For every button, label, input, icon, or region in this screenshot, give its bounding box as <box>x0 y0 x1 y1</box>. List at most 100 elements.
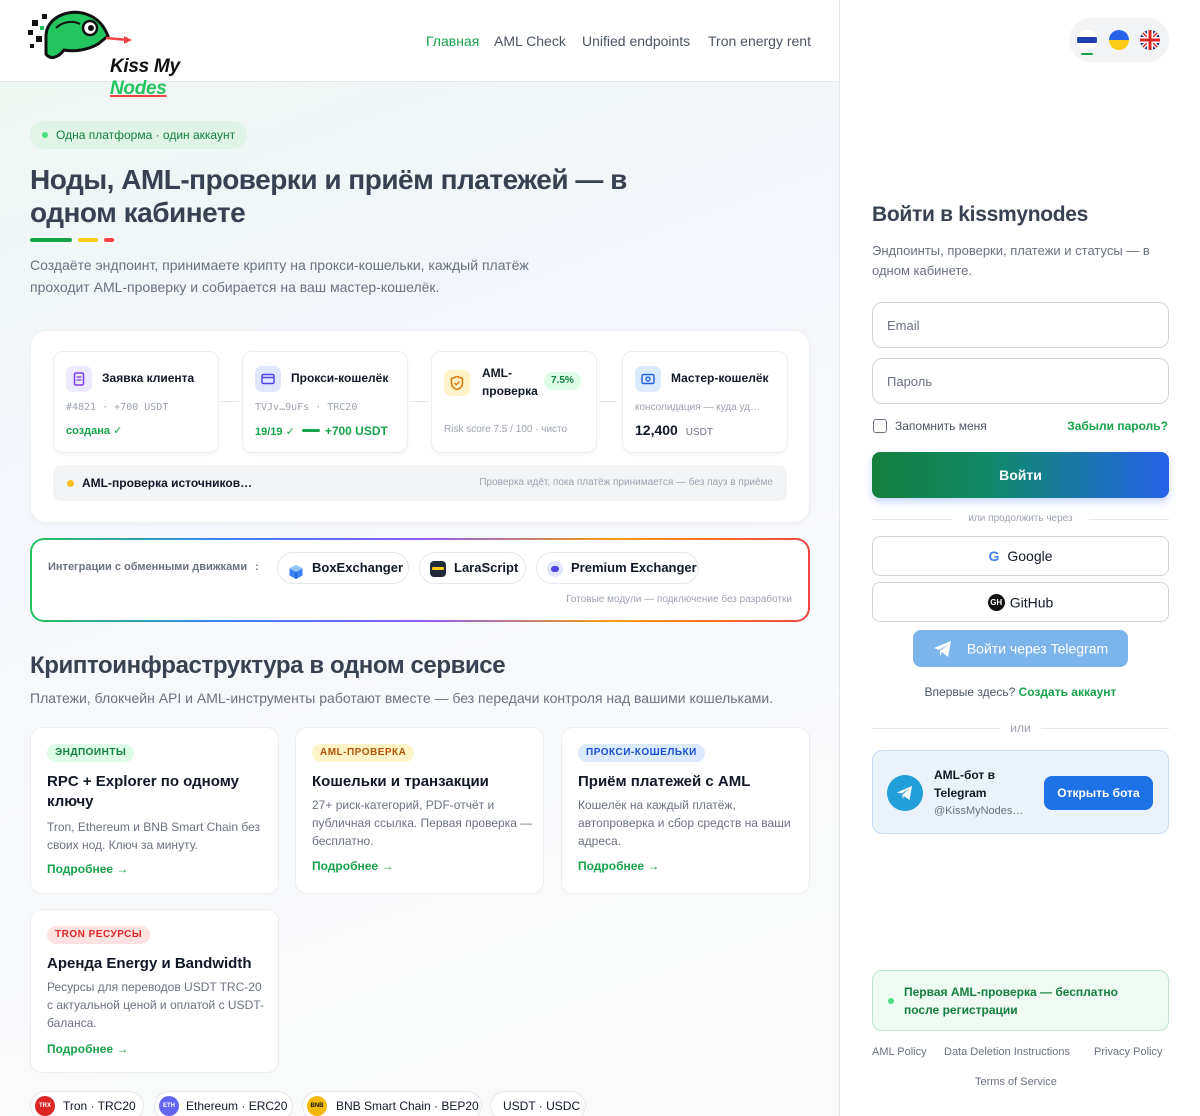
github-login-button[interactable]: GH GitHub <box>872 582 1169 622</box>
logo-text-nodes: Nodes <box>110 78 167 99</box>
remember-checkbox[interactable] <box>873 419 887 433</box>
logo[interactable]: Kiss My Nodes <box>28 6 228 99</box>
integration-name: BoxExchanger <box>312 560 404 575</box>
step-status: 19/19 ✓ +700 USDT <box>255 424 388 438</box>
network-label: USDT · USDC <box>503 1099 581 1113</box>
signup-question: Впервые здесь? <box>924 685 1016 699</box>
nav-home[interactable]: Главная <box>426 33 479 49</box>
flow-connector <box>599 401 617 402</box>
footer-link-data-deletion[interactable]: Data Deletion Instructions <box>944 1046 1070 1058</box>
signup-prompt: Впервые здесь? Создать аккаунт <box>841 685 1200 699</box>
feature-card-proxy-wallets[interactable]: ПРОКСИ-КОШЕЛЬКИ Приём платежей с AML Кош… <box>561 727 810 894</box>
flow-connector <box>221 401 239 402</box>
integration-boxexchanger[interactable]: BoxExchanger <box>277 552 409 584</box>
remember-label: Запомнить меня <box>895 419 987 433</box>
integrations-label-text: Интеграции с обменными движками <box>48 561 248 573</box>
telegram-label: Войти через Telegram <box>966 640 1109 657</box>
shield-icon <box>444 370 470 396</box>
footer-link-terms[interactable]: Terms of Service <box>975 1076 1057 1088</box>
github-label: GitHub <box>1009 594 1054 611</box>
card-more-link[interactable]: Подробнее → <box>312 859 393 873</box>
step-count: 19/19 ✓ <box>255 426 295 438</box>
login-panel: Войти в kissmynodes Эндпоинты, проверки,… <box>841 0 1200 1116</box>
flag-ru-icon[interactable] <box>1077 30 1097 50</box>
aml-status-bar: AML-проверка источников… Проверка идёт, … <box>53 465 787 501</box>
flow-step-proxy-wallet: Прокси-кошелёк TVJv…9uFs · TRC20 19/19 ✓… <box>242 351 408 453</box>
cube-icon <box>288 561 304 579</box>
forgot-password-link[interactable]: Забыли пароль? <box>1067 419 1168 433</box>
integration-name: LaraScript <box>454 560 519 575</box>
notice-text: Первая AML-проверка — бесплатно после ре… <box>904 985 1118 1017</box>
integrations-panel: Интеграции с обменными движками: BoxExch… <box>30 538 810 622</box>
status-text: AML-проверка источников… <box>82 476 253 490</box>
integration-name: Premium Exchanger <box>571 560 697 575</box>
email-field[interactable] <box>872 302 1169 348</box>
step-sub: Risk score 7.5 / 100 · чисто <box>444 424 568 435</box>
telegram-login-button[interactable]: Войти через Telegram <box>913 630 1128 667</box>
feature-card-endpoints[interactable]: ЭНДПОИНТЫ RPC + Explorer по одному ключу… <box>30 727 279 894</box>
nav-tron-energy-rent[interactable]: Tron energy rent <box>708 33 811 49</box>
nav-unified-endpoints[interactable]: Unified endpoints <box>582 33 690 49</box>
payment-flow-card: Заявка клиента #4821 · +700 USDT создана… <box>30 330 810 523</box>
ethereum-icon: ETH <box>159 1096 179 1116</box>
step-status: создана ✓ <box>66 425 123 437</box>
main-panel: Kiss My Nodes Главная AML Check Unified … <box>0 0 840 1116</box>
card-icon <box>255 366 281 392</box>
wallet-icon <box>635 366 661 392</box>
hero-lead: Создаёте эндпоинт, принимаете крипту на … <box>30 257 529 295</box>
telegram-icon <box>933 640 951 657</box>
password-field[interactable] <box>872 358 1169 404</box>
step-title: Прокси-кошелёк <box>291 371 389 385</box>
section-subtitle: Платежи, блокчейн API и AML-инструменты … <box>30 690 774 706</box>
step-sub: #4821 · +700 USDT <box>66 402 169 413</box>
footer-link-privacy-policy[interactable]: Privacy Policy <box>1094 1046 1162 1058</box>
footer-link-aml-policy[interactable]: AML Policy <box>872 1046 927 1058</box>
status-dot <box>67 480 74 487</box>
feature-card-tron-resources[interactable]: TRON РЕСУРСЫ Аренда Energy и Bandwidth Р… <box>30 909 279 1073</box>
step-amount: +700 USDT <box>324 424 388 438</box>
network-tron: TRX Tron · TRC20 <box>30 1091 144 1116</box>
or-continue-text: или продолжить через <box>968 513 1073 524</box>
logo-text: Kiss My Nodes <box>110 56 228 100</box>
nav-aml-check[interactable]: AML Check <box>494 33 566 49</box>
bnb-icon: BNB <box>307 1096 327 1116</box>
aml-bot-card: AML-бот в Telegram @KissMyNodes… Открыть… <box>872 750 1169 834</box>
google-icon: G <box>988 548 1000 564</box>
feature-card-aml[interactable]: AML-ПРОВЕРКА Кошельки и транзакции 27+ р… <box>295 727 544 894</box>
integration-larascript[interactable]: LaraScript <box>419 552 526 584</box>
telegram-bot-icon <box>887 775 923 811</box>
create-account-link[interactable]: Создать аккаунт <box>1019 685 1117 699</box>
document-icon <box>66 366 92 392</box>
card-more-link[interactable]: Подробнее → <box>47 1042 128 1056</box>
card-description: 27+ риск-категорий, PDF-отчёт и публична… <box>312 798 533 848</box>
login-button[interactable]: Войти <box>872 452 1169 498</box>
integrations-label-colon: : <box>255 561 259 573</box>
card-tag: ЭНДПОИНТЫ <box>47 744 135 762</box>
google-login-button[interactable]: G Google <box>872 536 1169 576</box>
card-tag: AML-ПРОВЕРКА <box>312 744 415 762</box>
step-sub: консолидация — куда уд… <box>635 402 760 413</box>
hero-title: Ноды, AML-проверки и приём платежей — в … <box>30 164 627 228</box>
flow-connector <box>410 401 428 402</box>
risk-badge: 7.5% <box>544 372 581 390</box>
login-subtitle: Эндпоинты, проверки, платежи и статусы —… <box>872 243 1150 278</box>
balance-unit: USDT <box>685 427 713 438</box>
card-more-link[interactable]: Подробнее → <box>578 859 659 873</box>
open-bot-button[interactable]: Открыть бота <box>1044 776 1153 810</box>
card-title: RPC + Explorer по одному ключу <box>47 773 239 810</box>
card-description: Tron, Ethereum и BNB Smart Chain без сво… <box>47 820 260 852</box>
integration-premium-exchanger[interactable]: Premium Exchanger <box>536 552 699 584</box>
network-label: Tron · TRC20 <box>63 1099 136 1113</box>
language-switcher <box>1069 18 1169 62</box>
integrations-note: Готовые модули — подключение без разрабо… <box>566 594 792 605</box>
card-description: Кошелёк на каждый платёж, автопроверка и… <box>578 798 791 848</box>
flag-ua-icon[interactable] <box>1109 30 1129 50</box>
card-more-link[interactable]: Подробнее → <box>47 862 128 876</box>
tron-icon: TRX <box>35 1096 55 1116</box>
flow-step-request: Заявка клиента #4821 · +700 USDT создана… <box>53 351 219 453</box>
flag-uk-icon[interactable] <box>1140 30 1160 50</box>
card-title: Кошельки и транзакции <box>312 773 489 790</box>
status-note: Проверка идёт, пока платёж принимается —… <box>479 477 773 488</box>
notice-dot <box>888 998 894 1004</box>
exchange-icon <box>547 561 563 577</box>
